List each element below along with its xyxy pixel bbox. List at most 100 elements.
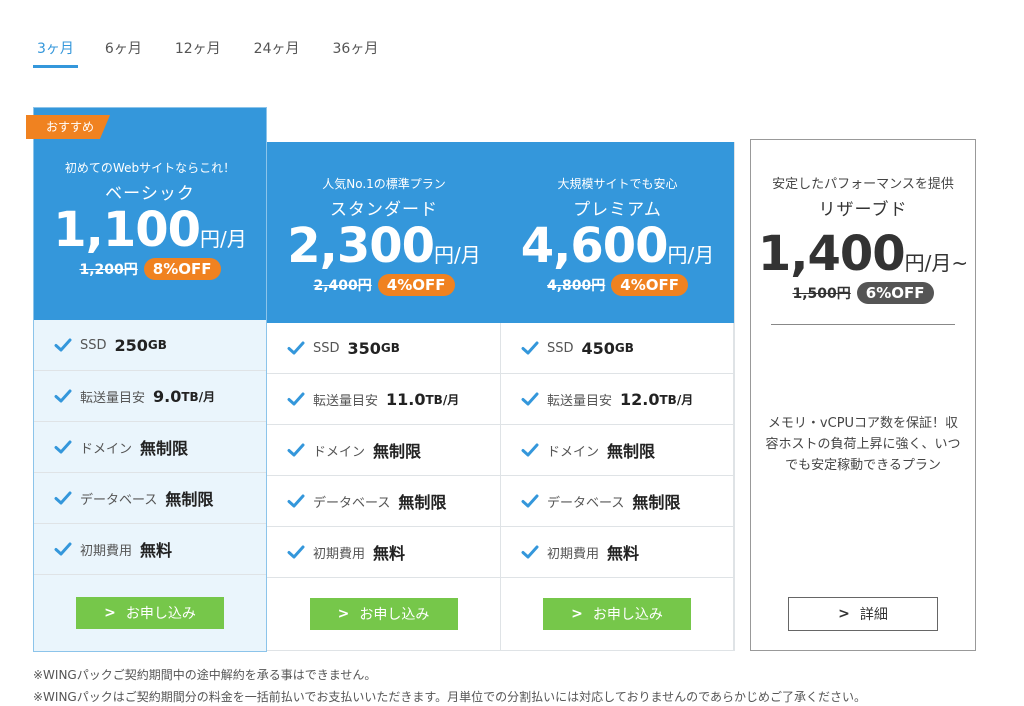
feature-list: SSD 350 GB 転送量目安 11.0 TB/月 ドメイン 無制限 データベース… <box>267 323 501 650</box>
apply-label: お申し込み <box>125 606 196 622</box>
price-amount: 4,600 <box>520 218 669 274</box>
feature-value: 無料 <box>373 544 406 563</box>
footnote-payment: ※WINGパックはご契約期間分の料金を一括前払いでお支払いいただきます。月単位で… <box>33 690 866 704</box>
price-unit: 円/月 <box>434 243 481 267</box>
discount-badge: 8%OFF <box>143 258 221 280</box>
apply-label: お申し込み <box>359 607 430 623</box>
feature-label: SSD <box>313 340 340 356</box>
check-icon <box>521 339 539 357</box>
chevron-right-icon: > <box>838 606 850 622</box>
feature-value: 12.0 <box>620 389 660 409</box>
feature-label: SSD <box>547 340 574 356</box>
check-icon <box>287 441 305 459</box>
check-icon <box>54 387 72 405</box>
feature-transfer: 転送量目安 9.0 TB/月 <box>34 371 266 422</box>
feature-value: 無制限 <box>140 439 189 458</box>
plan-price: 1,100円/月 <box>34 202 266 258</box>
chevron-right-icon: > <box>337 606 350 622</box>
check-icon <box>521 543 539 561</box>
plan-subtitle: 大規模サイトでも安心 <box>557 177 678 191</box>
discount-row: 1,500円 6%OFF <box>751 282 975 304</box>
check-icon <box>54 438 72 456</box>
feature-unit: GB <box>147 338 167 352</box>
check-icon <box>287 339 305 357</box>
feature-label: 初期費用 <box>547 546 600 562</box>
feature-value: 無料 <box>607 544 640 563</box>
apply-label: お申し込み <box>592 607 663 623</box>
apply-area: > お申し込み <box>267 578 500 650</box>
original-price: 4,800円 <box>546 278 606 294</box>
feature-value: 450 <box>581 338 615 358</box>
feature-label: ドメイン <box>80 441 133 457</box>
tab-12-months[interactable]: 12ヶ月 <box>175 36 221 68</box>
tab-36-months[interactable]: 36ヶ月 <box>333 36 379 68</box>
apply-button-standard[interactable]: > お申し込み <box>309 598 458 630</box>
feature-value: 無制限 <box>607 442 656 461</box>
plan-card-premium: 大規模サイトでも安心 プレミアム 4,600円/月 4,800円 4%OFF S… <box>501 142 735 651</box>
tab-6-months[interactable]: 6ヶ月 <box>105 36 142 68</box>
feature-domain: ドメイン 無制限 <box>501 425 733 476</box>
plan-card-standard: 人気No.1の標準プラン スタンダード 2,300円/月 2,400円 4%OF… <box>267 142 501 651</box>
plan-card-basic: おすすめ 初めてのWebサイトならこれ！ ベーシック 1,100円/月 1,20… <box>26 107 267 652</box>
price-amount: 1,400 <box>757 226 906 282</box>
check-icon <box>287 492 305 510</box>
check-icon <box>521 390 539 408</box>
feature-value: 250 <box>114 335 148 355</box>
feature-unit: TB/月 <box>659 392 694 407</box>
feature-domain: ドメイン 無制限 <box>34 422 266 473</box>
plan-card-reserved: 安定したパフォーマンスを提供 リザーブド 1,400円/月~ 1,500円 6%… <box>750 139 976 651</box>
feature-label: データベース <box>80 492 158 508</box>
footnote-cancellation: ※WINGパックご契約期間中の途中解約を承る事はできません。 <box>33 668 377 682</box>
plan-header: 人気No.1の標準プラン スタンダード 2,300円/月 2,400円 4%OF… <box>267 142 501 323</box>
feature-list: SSD 250 GB 転送量目安 9.0 TB/月 ドメイン 無制限 データベース … <box>34 320 266 575</box>
check-icon <box>287 390 305 408</box>
discount-badge: 4%OFF <box>377 274 455 296</box>
chevron-right-icon: > <box>571 606 583 622</box>
tab-24-months[interactable]: 24ヶ月 <box>254 36 300 68</box>
detail-button[interactable]: > 詳細 <box>788 597 938 631</box>
feature-initial-fee: 初期費用 無料 <box>501 527 733 578</box>
plan-header: 大規模サイトでも安心 プレミアム 4,600円/月 4,800円 4%OFF <box>501 142 734 323</box>
feature-label: ドメイン <box>547 444 600 460</box>
price-amount: 1,100 <box>53 202 201 258</box>
original-price: 2,400円 <box>313 278 372 294</box>
feature-unit: GB <box>380 341 400 355</box>
plan-description: メモリ・vCPUコア数を保証！収容ホストの負荷上昇に強く、いつでも安定稼動できる… <box>765 416 961 473</box>
feature-transfer: 転送量目安 11.0 TB/月 <box>267 374 500 425</box>
feature-value: 無料 <box>140 541 173 560</box>
plan-name: ベーシック <box>105 184 195 204</box>
feature-label: ドメイン <box>313 444 366 460</box>
price-unit: 円/月~ <box>904 251 969 275</box>
plan-price: 4,600円/月 <box>501 218 734 274</box>
plan-name: スタンダード <box>330 200 438 220</box>
plan-price: 1,400円/月~ <box>751 226 975 282</box>
feature-database: データベース 無制限 <box>267 476 500 527</box>
feature-initial-fee: 初期費用 無料 <box>267 527 500 578</box>
check-icon <box>54 489 72 507</box>
original-price: 1,200円 <box>79 262 138 278</box>
feature-ssd: SSD 350 GB <box>267 323 500 374</box>
plan-subtitle: 人気No.1の標準プラン <box>322 177 446 191</box>
recommended-badge: おすすめ <box>26 115 111 139</box>
feature-label: 初期費用 <box>80 543 133 559</box>
feature-label: SSD <box>80 337 107 353</box>
feature-value: 無制限 <box>398 493 447 512</box>
apply-button-basic[interactable]: > お申し込み <box>76 597 224 629</box>
feature-value: 無制限 <box>632 493 681 512</box>
apply-area: > お申し込み <box>34 575 266 651</box>
plan-header: おすすめ 初めてのWebサイトならこれ！ ベーシック 1,100円/月 1,20… <box>26 108 266 320</box>
feature-transfer: 転送量目安 12.0 TB/月 <box>501 374 733 425</box>
divider <box>771 324 955 325</box>
discount-badge: 4%OFF <box>611 274 688 296</box>
original-price: 1,500円 <box>792 286 851 302</box>
tab-3-months[interactable]: 3ヶ月 <box>33 36 78 68</box>
plan-subtitle: 安定したパフォーマンスを提供 <box>772 177 954 192</box>
feature-value: 無制限 <box>165 490 214 509</box>
chevron-right-icon: > <box>104 605 116 621</box>
duration-tabs: 3ヶ月 6ヶ月 12ヶ月 24ヶ月 36ヶ月 <box>33 36 411 68</box>
apply-button-premium[interactable]: > お申し込み <box>543 598 691 630</box>
check-icon <box>521 492 539 510</box>
check-icon <box>54 540 72 558</box>
plan-price: 2,300円/月 <box>267 218 501 274</box>
feature-list: SSD 450 GB 転送量目安 12.0 TB/月 ドメイン 無制限 データベース… <box>501 323 734 650</box>
